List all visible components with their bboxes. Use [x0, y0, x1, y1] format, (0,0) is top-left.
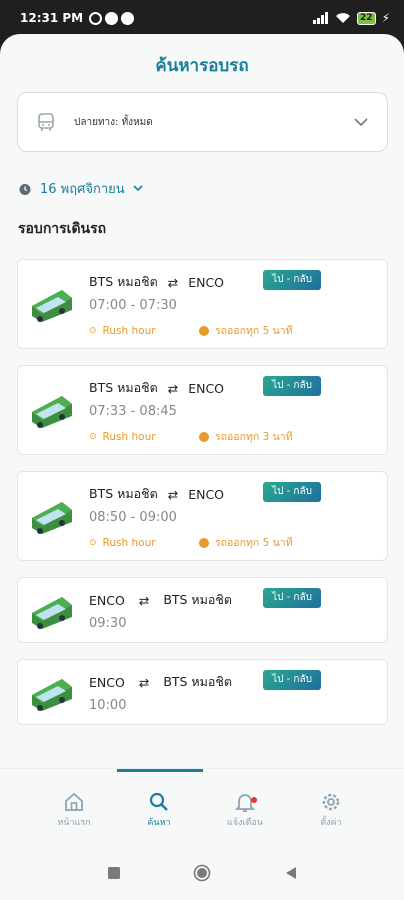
route-from: ENCO	[89, 592, 125, 608]
rush-hour-icon: ⊙	[89, 537, 97, 548]
trip-route: ENCO ⇄ BTS หมอชิต	[89, 590, 232, 610]
round-trip-badge: ไป - กลับ	[263, 482, 321, 502]
nav-home-label: หน้าแรก	[57, 818, 91, 828]
trip-route: BTS หมอชิต ⇄ ENCO	[89, 484, 224, 504]
route-to: BTS หมอชิต	[163, 674, 233, 689]
rush-hour-label: Rush hour	[102, 324, 156, 337]
alarm-clock-icon	[19, 183, 31, 195]
home-button-icon[interactable]	[193, 864, 211, 882]
route-to: ENCO	[188, 380, 225, 396]
round-trip-badge: ไป - กลับ	[263, 376, 321, 396]
nav-notifications-label: แจ้งเตือน	[227, 818, 263, 828]
trip-time: 10:00	[89, 698, 127, 713]
trip-card[interactable]: BTS หมอชิต ⇄ ENCO ไป - กลับ 07:33 - 08:4…	[17, 365, 388, 455]
trip-time: 07:00 - 07:30	[89, 298, 177, 313]
rush-hour-icon: ⊙	[89, 431, 97, 442]
destination-select[interactable]: ปลายทาง: ทั้งหมด	[17, 92, 388, 152]
rush-hour-label: Rush hour	[102, 430, 156, 443]
alarm-icon	[89, 11, 103, 25]
swap-arrows-icon: ⇄	[167, 274, 179, 290]
nav-home[interactable]: หน้าแรก	[34, 789, 114, 829]
charging-icon: ⚡	[381, 11, 390, 25]
nav-search-label: ค้นหา	[147, 818, 171, 828]
bottom-nav: หน้าแรก ค้นหา แจ้งเตือน ตั้งค่า	[0, 768, 404, 852]
chevron-down-icon	[354, 118, 368, 127]
trip-meta: ⊙ Rush hour รถออกทุก 3 นาที	[89, 428, 379, 445]
info-icon	[199, 537, 209, 548]
signal-icon	[313, 12, 329, 24]
bus-icon	[32, 679, 72, 711]
swap-arrows-icon: ⇄	[167, 486, 179, 502]
trip-card[interactable]: ENCO ⇄ BTS หมอชิต ไป - กลับ 09:30	[17, 577, 388, 643]
recents-icon[interactable]	[107, 866, 121, 880]
round-trip-badge: ไป - กลับ	[263, 270, 321, 290]
route-from: ENCO	[89, 674, 125, 690]
route-to: BTS หมอชิต	[163, 592, 233, 607]
status-time: 12:31 PM	[20, 11, 84, 25]
nav-search[interactable]: ค้นหา	[119, 789, 199, 829]
route-to: ENCO	[188, 274, 225, 290]
app-notification-icon	[105, 11, 119, 25]
home-icon	[65, 792, 83, 811]
bus-icon	[32, 597, 72, 629]
trip-card[interactable]: ENCO ⇄ BTS หมอชิต ไป - กลับ 10:00	[17, 659, 388, 725]
round-trip-badge: ไป - กลับ	[263, 670, 321, 690]
route-to: ENCO	[188, 486, 225, 502]
notification-dot	[251, 797, 257, 803]
trip-time: 07:33 - 08:45	[89, 404, 177, 419]
date-label: 16 พฤศจิกายน	[40, 182, 125, 197]
nav-settings[interactable]: ตั้งค่า	[291, 789, 371, 829]
battery-icon: 22	[357, 11, 376, 25]
nav-notifications[interactable]: แจ้งเตือน	[205, 789, 285, 829]
info-icon	[199, 431, 209, 442]
date-picker[interactable]: 16 พฤศจิกายน	[18, 178, 143, 199]
bus-front-icon	[38, 113, 54, 131]
page-title: ค้นหารอบรถ	[155, 56, 249, 76]
gear-icon	[322, 793, 340, 811]
trip-route: BTS หมอชิต ⇄ ENCO	[89, 272, 224, 292]
trip-meta: ⊙ Rush hour รถออกทุก 5 นาที	[89, 534, 379, 551]
trip-time: 08:50 - 09:00	[89, 510, 177, 525]
route-from: BTS หมอชิต	[89, 486, 158, 501]
rush-hour-icon: ⊙	[89, 325, 97, 336]
trip-time: 09:30	[89, 616, 127, 631]
search-icon	[149, 792, 168, 811]
bus-icon	[32, 502, 72, 534]
rush-hour-label: Rush hour	[102, 536, 156, 549]
nav-settings-label: ตั้งค่า	[320, 818, 342, 828]
app-notification-icon-2	[121, 11, 135, 25]
route-from: BTS หมอชิต	[89, 380, 158, 395]
status-bar: 12:31 PM 22 ⚡	[0, 0, 404, 36]
trip-card[interactable]: BTS หมอชิต ⇄ ENCO ไป - กลับ 08:50 - 09:0…	[17, 471, 388, 561]
info-icon	[199, 325, 209, 336]
destination-label: ปลายทาง: ทั้งหมด	[74, 116, 153, 128]
route-from: BTS หมอชิต	[89, 274, 158, 289]
frequency-label: รถออกทุก 5 นาที	[215, 325, 293, 337]
frequency-label: รถออกทุก 5 นาที	[215, 537, 293, 549]
trip-route: BTS หมอชิต ⇄ ENCO	[89, 378, 224, 398]
swap-arrows-icon: ⇄	[167, 380, 179, 396]
active-tab-indicator	[117, 769, 203, 772]
trip-meta: ⊙ Rush hour รถออกทุก 5 นาที	[89, 322, 379, 339]
system-nav-bar	[0, 852, 404, 900]
bus-icon	[32, 396, 72, 428]
main-sheet: ค้นหารอบรถ ปลายทาง: ทั้งหมด 16 พฤศจิกายน…	[0, 34, 404, 900]
trip-route: ENCO ⇄ BTS หมอชิต	[89, 672, 232, 692]
frequency-label: รถออกทุก 3 นาที	[215, 431, 293, 443]
bus-icon	[32, 290, 72, 322]
swap-arrows-icon: ⇄	[138, 592, 150, 608]
swap-arrows-icon: ⇄	[138, 674, 150, 690]
round-trip-badge: ไป - กลับ	[263, 588, 321, 608]
trip-card[interactable]: BTS หมอชิต ⇄ ENCO ไป - กลับ 07:00 - 07:3…	[17, 259, 388, 349]
wifi-icon	[336, 13, 351, 23]
section-title: รอบการเดินรถ	[18, 221, 107, 237]
back-icon[interactable]	[284, 866, 298, 880]
chevron-down-icon	[133, 185, 143, 192]
